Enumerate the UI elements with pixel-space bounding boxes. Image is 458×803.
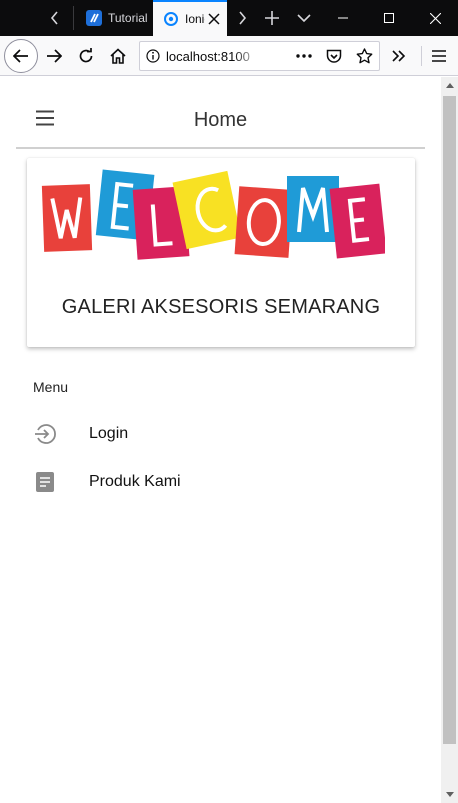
minimize-icon bbox=[338, 17, 348, 19]
tab-scroll-right-button[interactable] bbox=[228, 4, 256, 32]
document-icon bbox=[33, 470, 57, 494]
navigation-toolbar: localhost:8100 bbox=[0, 36, 458, 76]
star-icon bbox=[356, 48, 372, 64]
more-horizontal-icon bbox=[296, 54, 312, 58]
caret-down-icon bbox=[445, 792, 454, 797]
tab-title: Tutorial bbox=[108, 11, 148, 25]
bookmark-star-button[interactable] bbox=[349, 42, 379, 70]
tab-separator bbox=[73, 6, 74, 30]
hamburger-menu-icon bbox=[432, 50, 446, 62]
welcome-tile bbox=[234, 186, 294, 258]
menu-item-label: Produk Kami bbox=[89, 473, 181, 490]
site-info-button[interactable] bbox=[140, 42, 166, 70]
scrollbar-thumb[interactable] bbox=[443, 96, 456, 744]
tab-scroll-left-button[interactable] bbox=[41, 4, 69, 32]
url-text[interactable]: localhost:8100 bbox=[166, 49, 262, 64]
close-window-button[interactable] bbox=[412, 0, 458, 36]
arrow-right-icon bbox=[47, 49, 62, 63]
welcome-tile bbox=[41, 184, 93, 252]
overflow-menu-button[interactable] bbox=[385, 42, 413, 70]
welcome-tile bbox=[329, 183, 385, 259]
app-menu-button[interactable] bbox=[425, 42, 453, 70]
new-tab-button[interactable] bbox=[258, 4, 286, 32]
chevron-left-icon bbox=[50, 11, 58, 25]
page-title: Home bbox=[193, 109, 248, 131]
menu-item-produk-kami[interactable]: Produk Kami bbox=[0, 458, 441, 506]
welcome-card: GALERI AKSESORIS SEMARANG bbox=[27, 158, 415, 347]
url-bar[interactable]: localhost:8100 bbox=[139, 41, 380, 71]
pocket-button[interactable] bbox=[319, 42, 349, 70]
chevron-down-icon bbox=[297, 14, 311, 23]
tab-title: Ionic App bbox=[185, 12, 205, 26]
close-icon bbox=[429, 12, 441, 24]
maximize-button[interactable] bbox=[366, 0, 412, 36]
codepolitan-icon bbox=[86, 10, 102, 26]
scroll-up-button[interactable] bbox=[441, 77, 458, 94]
app-header: Home bbox=[16, 77, 425, 149]
card-title: GALERI AKSESORIS SEMARANG bbox=[61, 296, 381, 318]
maximize-icon bbox=[384, 13, 394, 23]
close-icon bbox=[208, 13, 220, 25]
back-button[interactable] bbox=[4, 39, 38, 73]
tab-strip: Tutorial Ionic App bbox=[0, 0, 458, 36]
tab-close-button[interactable] bbox=[205, 10, 223, 28]
reload-button[interactable] bbox=[72, 42, 100, 70]
forward-button[interactable] bbox=[40, 42, 68, 70]
tab-ionic-app[interactable]: Ionic App bbox=[153, 0, 227, 36]
double-chevron-right-icon bbox=[392, 50, 406, 62]
home-button[interactable] bbox=[104, 42, 132, 70]
info-icon bbox=[146, 49, 160, 63]
plus-icon bbox=[265, 11, 279, 25]
toolbar-divider bbox=[421, 46, 422, 66]
menu-item-label: Login bbox=[89, 425, 129, 442]
log-in-icon bbox=[33, 422, 57, 446]
pocket-icon bbox=[326, 49, 342, 63]
minimize-button[interactable] bbox=[320, 0, 366, 36]
home-icon bbox=[110, 48, 126, 64]
welcome-banner-image bbox=[41, 169, 385, 260]
chevron-right-icon bbox=[239, 11, 247, 25]
page-content: Home GALERI AKSESORIS SEMARANG Menu Logi… bbox=[0, 77, 441, 803]
vertical-scrollbar[interactable] bbox=[441, 77, 458, 803]
scroll-down-button[interactable] bbox=[441, 786, 458, 803]
list-all-tabs-button[interactable] bbox=[290, 4, 318, 32]
menu-item-login[interactable]: Login bbox=[0, 410, 441, 458]
caret-up-icon bbox=[445, 83, 454, 88]
tab-tutorial[interactable]: Tutorial bbox=[76, 0, 149, 36]
reload-icon bbox=[79, 48, 93, 63]
menu-list-header: Menu bbox=[33, 379, 69, 395]
arrow-left-icon bbox=[13, 49, 28, 63]
loading-circle-icon bbox=[164, 12, 178, 26]
page-actions-button[interactable] bbox=[289, 42, 319, 70]
welcome-tile bbox=[287, 176, 339, 242]
